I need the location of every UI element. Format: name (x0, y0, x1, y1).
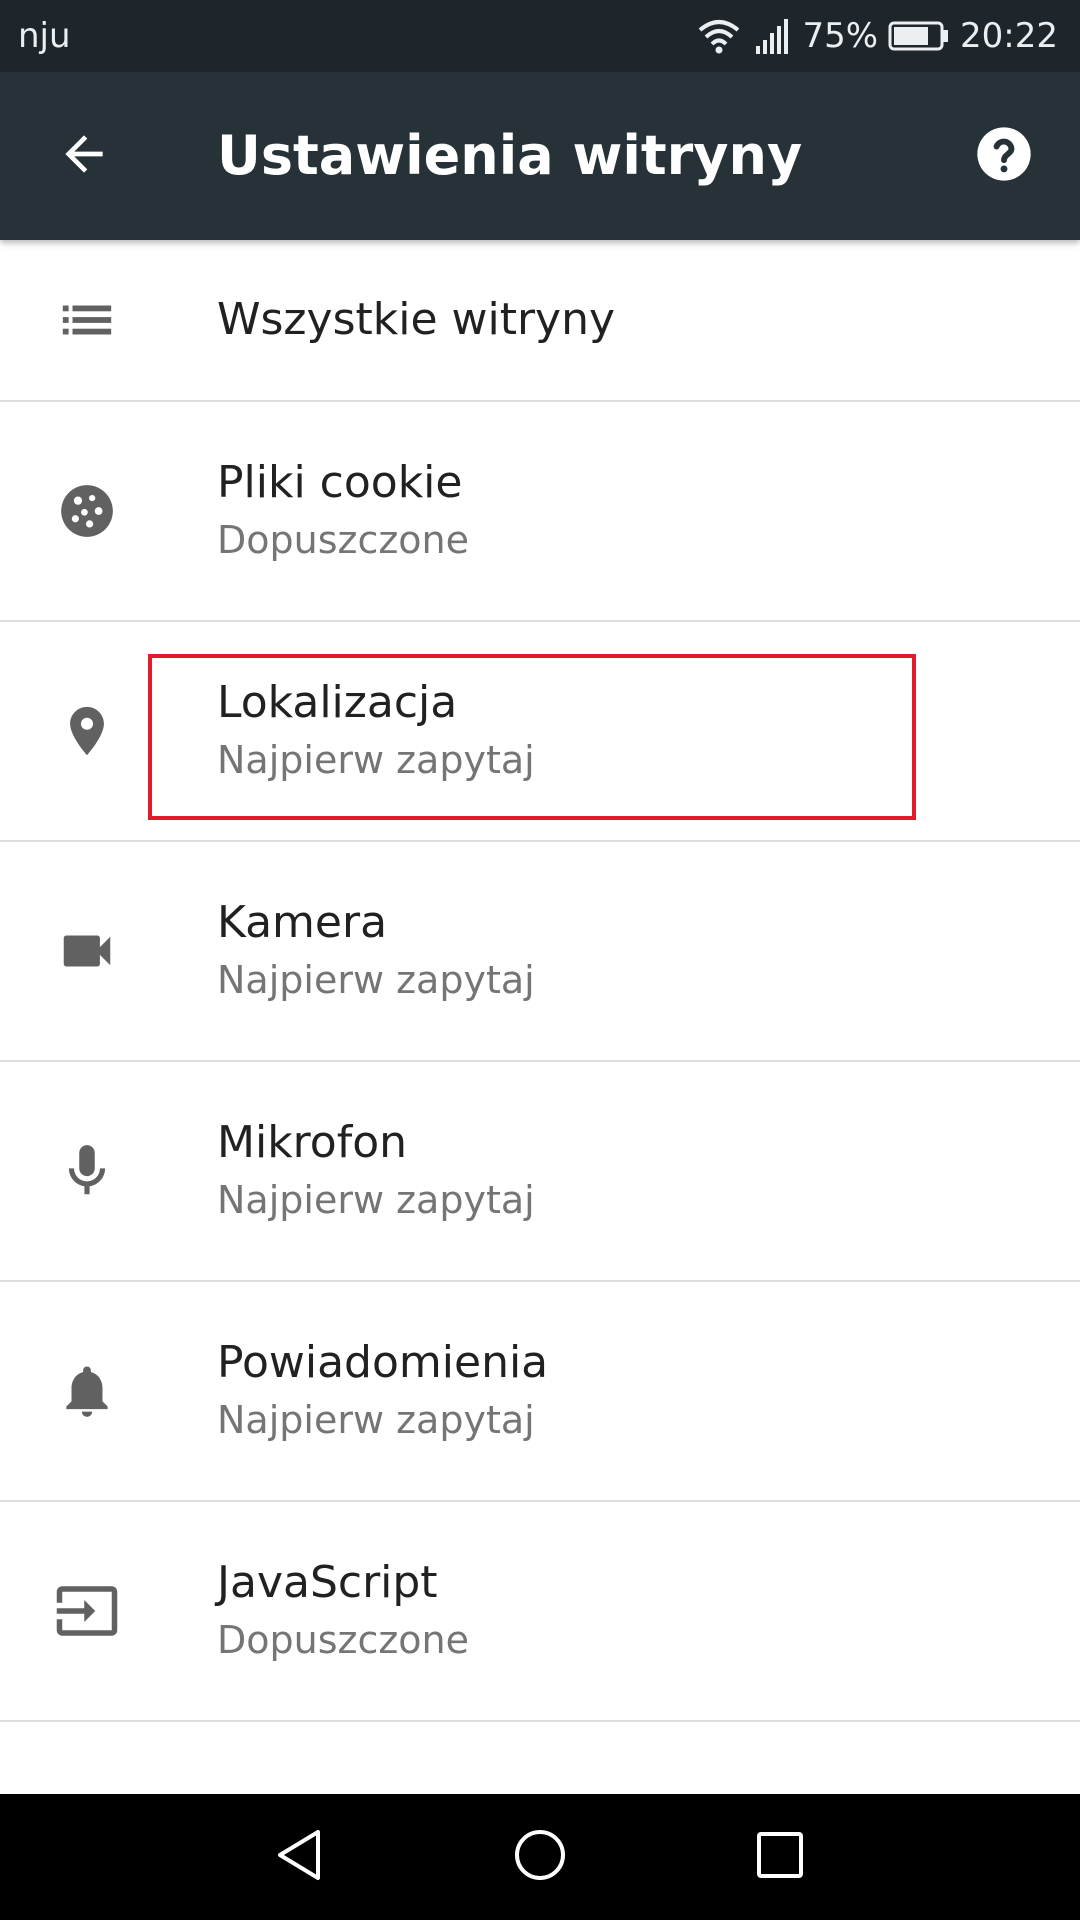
camera-texts: Kamera Najpierw zapytaj (217, 894, 535, 1008)
notifications-texts: Powiadomienia Najpierw zapytaj (217, 1334, 548, 1448)
row-summary: Dopuszczone (217, 1618, 470, 1662)
list-icon (52, 285, 122, 355)
bell-icon (52, 1356, 122, 1426)
row-title: Wszystkie witryny (217, 294, 616, 345)
clock: 20:22 (960, 16, 1058, 56)
settings-list: Wszystkie witryny Pliki cookie Dopuszczo… (0, 240, 1080, 1802)
row-summary: Najpierw zapytaj (217, 958, 535, 1002)
row-title: Pliki cookie (217, 457, 463, 508)
javascript-texts: JavaScript Dopuszczone (217, 1554, 469, 1668)
row-summary: Najpierw zapytaj (217, 1398, 535, 1442)
microphone-texts: Mikrofon Najpierw zapytaj (217, 1114, 535, 1228)
all-sites-texts: Wszystkie witryny (217, 291, 615, 349)
back-triangle-icon (274, 1828, 324, 1886)
cookies-row[interactable]: Pliki cookie Dopuszczone (0, 402, 1080, 622)
back-button[interactable] (44, 116, 124, 196)
row-title: Mikrofon (217, 1117, 408, 1168)
microphone-icon (52, 1136, 122, 1206)
carrier-name: nju (18, 16, 71, 56)
page-title: Ustawienia witryny (217, 124, 803, 187)
highlight-box (148, 654, 916, 820)
nav-recents-button[interactable] (740, 1817, 820, 1897)
nav-home-button[interactable] (500, 1817, 580, 1897)
row-title: Powiadomienia (217, 1337, 549, 1388)
signal-icon (752, 16, 792, 56)
app-bar: Ustawienia witryny (0, 72, 1080, 240)
microphone-row[interactable]: Mikrofon Najpierw zapytaj (0, 1062, 1080, 1282)
home-circle-icon (513, 1828, 567, 1886)
wifi-icon (696, 16, 742, 56)
javascript-row[interactable]: JavaScript Dopuszczone (0, 1502, 1080, 1722)
recents-square-icon (755, 1830, 805, 1884)
row-summary: Najpierw zapytaj (217, 1178, 535, 1222)
status-icons: 75% 20:22 (696, 12, 1058, 60)
all-sites-row[interactable]: Wszystkie witryny (0, 240, 1080, 402)
help-icon (972, 122, 1036, 190)
row-title: Kamera (217, 897, 388, 948)
cookies-texts: Pliki cookie Dopuszczone (217, 454, 469, 568)
status-bar: nju 75% 20:22 (0, 0, 1080, 72)
row-summary: Dopuszczone (217, 518, 470, 562)
notifications-row[interactable]: Powiadomienia Najpierw zapytaj (0, 1282, 1080, 1502)
videocam-icon (52, 916, 122, 986)
battery-icon (888, 20, 950, 52)
location-pin-icon (52, 696, 122, 766)
help-button[interactable] (964, 116, 1044, 196)
camera-row[interactable]: Kamera Najpierw zapytaj (0, 842, 1080, 1062)
navigation-bar (0, 1794, 1080, 1920)
row-title: JavaScript (217, 1557, 438, 1608)
battery-percent: 75% (802, 16, 879, 56)
next-row-partial[interactable] (0, 1722, 1080, 1802)
arrow-back-icon (56, 126, 112, 186)
nav-back-button[interactable] (259, 1817, 339, 1897)
input-icon (52, 1576, 122, 1646)
cookie-icon (52, 476, 122, 546)
